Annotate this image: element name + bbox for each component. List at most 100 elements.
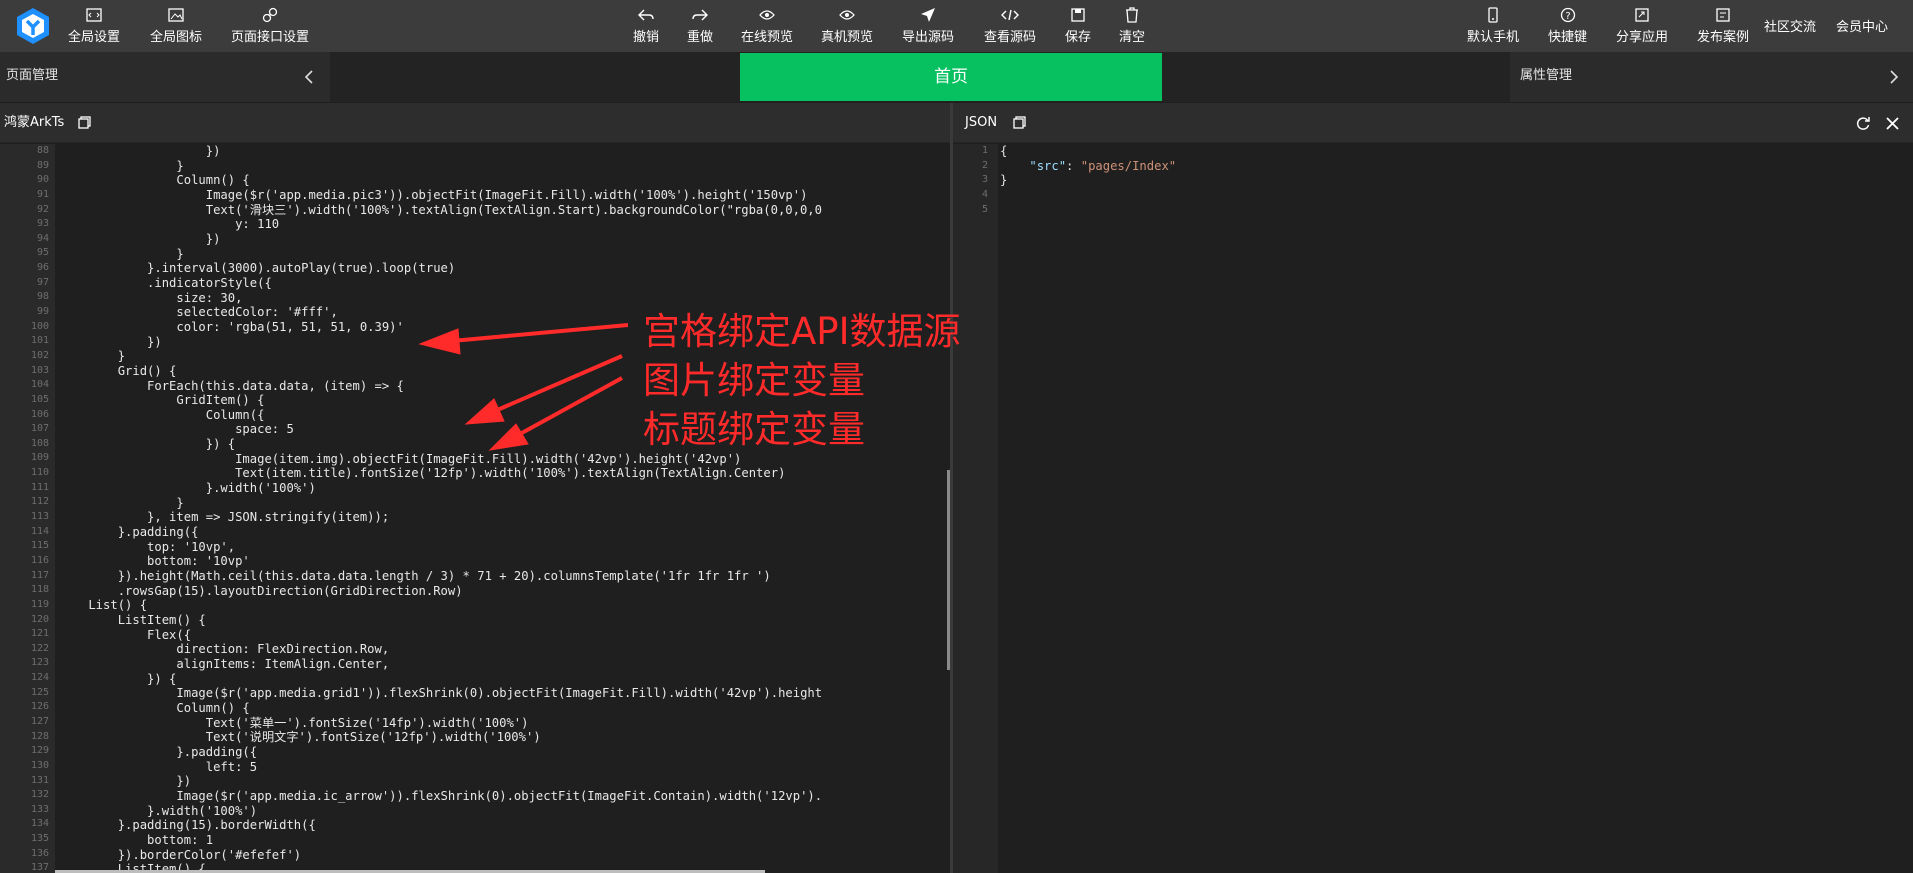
line-number: 91 xyxy=(36,188,49,200)
json-editor-header: JSON xyxy=(953,103,1913,143)
line-number: 117 xyxy=(30,569,49,581)
top-toolbar: 全局设置 全局图标 页面接口设置 撤销 重做 在线预览 真机预览 导出源码 查看… xyxy=(0,0,1913,52)
page-api-settings-button[interactable]: 页面接口设置 xyxy=(231,6,309,45)
line-number: 115 xyxy=(30,540,49,552)
code-text[interactable]: }) } Column() { Image($r('app.media.pic3… xyxy=(55,144,950,873)
online-preview-label: 在线预览 xyxy=(741,30,794,45)
community-link[interactable]: 社区交流 xyxy=(1764,16,1816,35)
line-number: 134 xyxy=(30,818,49,830)
clear-label: 清空 xyxy=(1119,30,1146,45)
default-phone-label: 默认手机 xyxy=(1467,30,1520,45)
copy-icon[interactable] xyxy=(78,116,91,129)
home-page-label: 首页 xyxy=(934,67,968,87)
line-number: 100 xyxy=(30,320,49,332)
global-icons-label: 全局图标 xyxy=(150,30,203,45)
json-text[interactable]: { "src": "pages/Index" } xyxy=(998,144,1913,188)
line-number: 116 xyxy=(30,554,49,566)
line-number: 107 xyxy=(30,423,49,435)
line-number: 90 xyxy=(36,174,49,186)
line-number: 132 xyxy=(30,789,49,801)
refresh-icon[interactable] xyxy=(1856,116,1871,131)
share-app-label: 分享应用 xyxy=(1616,30,1669,45)
global-settings-button[interactable]: 全局设置 xyxy=(68,6,120,45)
annotation-grid-api: 宫格绑定API数据源 xyxy=(643,310,961,353)
save-button[interactable]: 保存 xyxy=(1065,6,1091,45)
member-center-link[interactable]: 会员中心 xyxy=(1836,16,1888,35)
phone-icon xyxy=(1484,6,1502,24)
redo-button[interactable]: 重做 xyxy=(687,6,713,45)
view-source-button[interactable]: 查看源码 xyxy=(984,6,1036,45)
home-page-button[interactable]: 首页 xyxy=(740,53,1162,101)
line-number: 89 xyxy=(36,159,49,171)
online-preview-button[interactable]: 在线预览 xyxy=(741,6,793,45)
clear-button[interactable]: 清空 xyxy=(1119,6,1145,45)
view-source-label: 查看源码 xyxy=(984,30,1037,45)
shortcuts-label: 快捷键 xyxy=(1548,30,1588,45)
save-label: 保存 xyxy=(1065,30,1092,45)
share-app-button[interactable]: 分享应用 xyxy=(1616,6,1668,45)
publish-case-button[interactable]: 发布案例 xyxy=(1697,6,1749,45)
copy-icon[interactable] xyxy=(1013,116,1026,129)
page-api-settings-label: 页面接口设置 xyxy=(231,30,310,45)
line-number: 122 xyxy=(30,642,49,654)
export-source-button[interactable]: 导出源码 xyxy=(902,6,954,45)
line-number: 111 xyxy=(30,481,49,493)
line-number: 131 xyxy=(30,774,49,786)
code-icon xyxy=(1001,6,1019,24)
line-number: 5 xyxy=(981,203,988,215)
line-number: 123 xyxy=(30,657,49,669)
attr-manage-label: 属性管理 xyxy=(1520,68,1573,83)
annotation-image-variable: 图片绑定变量 xyxy=(643,359,865,402)
device-preview-button[interactable]: 真机预览 xyxy=(821,6,873,45)
send-icon xyxy=(919,6,937,24)
line-number: 97 xyxy=(36,276,49,288)
line-number: 124 xyxy=(30,672,49,684)
json-line-number-gutter: 1 2 3 4 5 xyxy=(953,144,998,873)
line-number: 1 xyxy=(981,145,988,156)
line-number: 128 xyxy=(30,730,49,742)
line-number: 88 xyxy=(36,145,49,156)
close-icon[interactable] xyxy=(1885,116,1900,131)
line-number: 93 xyxy=(36,218,49,230)
share-icon xyxy=(1633,6,1651,24)
line-number: 114 xyxy=(30,525,49,537)
code-editor[interactable]: }) } Column() { Image($r('app.media.pic3… xyxy=(55,144,950,873)
undo-icon xyxy=(637,6,655,24)
line-number-gutter: 88 89 90 91 92 93 94 95 96 97 98 99 100 101 102 103 104 1… xyxy=(0,144,55,873)
page-manage-panel[interactable]: 页面管理 xyxy=(0,52,330,102)
link-icon xyxy=(261,6,279,24)
line-number: 105 xyxy=(30,393,49,405)
line-number: 92 xyxy=(36,203,49,215)
member-center-label: 会员中心 xyxy=(1836,20,1889,35)
line-number: 126 xyxy=(30,701,49,713)
line-number: 110 xyxy=(30,467,49,479)
json-key: "src" xyxy=(1029,158,1067,173)
line-number: 136 xyxy=(30,847,49,859)
annotation-title-variable: 标题绑定变量 xyxy=(643,408,865,451)
shortcuts-button[interactable]: ? 快捷键 xyxy=(1548,6,1587,45)
chevron-right-icon[interactable] xyxy=(1889,70,1899,84)
publish-case-label: 发布案例 xyxy=(1697,30,1750,45)
redo-label: 重做 xyxy=(687,30,714,45)
line-number: 98 xyxy=(36,291,49,303)
line-number: 101 xyxy=(30,335,49,347)
undo-button[interactable]: 撤销 xyxy=(633,6,659,45)
line-number: 2 xyxy=(981,159,988,171)
global-icons-button[interactable]: 全局图标 xyxy=(150,6,202,45)
attr-manage-panel[interactable]: 属性管理 xyxy=(1510,52,1913,102)
line-number: 3 xyxy=(981,174,988,186)
global-settings-label: 全局设置 xyxy=(68,30,121,45)
line-number: 137 xyxy=(30,862,49,873)
line-number: 106 xyxy=(30,408,49,420)
json-value: "pages/Index" xyxy=(1080,158,1177,173)
json-close-brace: } xyxy=(1000,173,1008,188)
default-phone-button[interactable]: 默认手机 xyxy=(1467,6,1519,45)
line-number: 133 xyxy=(30,803,49,815)
json-editor[interactable]: { "src": "pages/Index" } xyxy=(998,144,1913,873)
line-number: 104 xyxy=(30,379,49,391)
save-icon xyxy=(1069,6,1087,24)
chevron-left-icon[interactable] xyxy=(304,70,314,84)
line-number: 113 xyxy=(30,511,49,523)
line-number: 125 xyxy=(30,686,49,698)
line-number: 96 xyxy=(36,262,49,274)
